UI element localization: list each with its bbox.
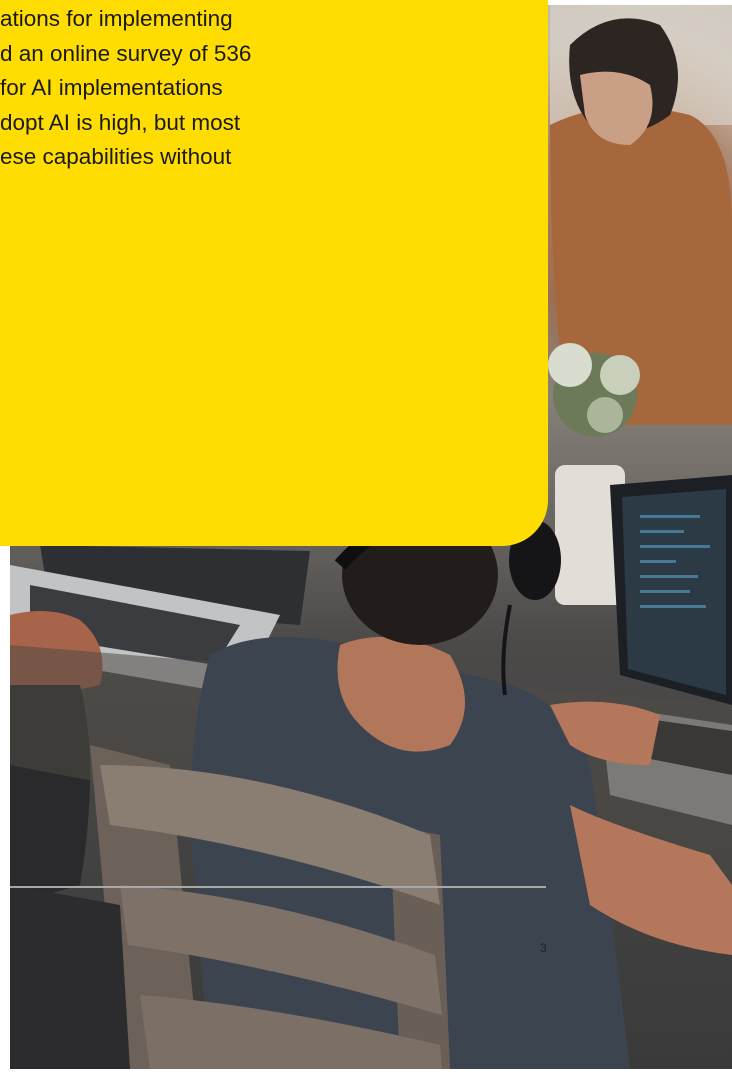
callout-line: for AI implementations (0, 75, 223, 100)
callout-line: ations for implementing (0, 6, 233, 31)
highlight-callout: ations for implementing d an online surv… (0, 0, 548, 546)
page-number: 3 (540, 941, 547, 955)
callout-line: dopt AI is high, but most (0, 109, 241, 135)
callout-line: ese capabilities without (0, 144, 232, 169)
document-page: ations for implementing d an online surv… (0, 0, 732, 1074)
callout-text: ations for implementing d an online surv… (0, 2, 548, 175)
footer-divider (10, 886, 546, 888)
callout-line: d an online survey of 536 (0, 40, 252, 66)
